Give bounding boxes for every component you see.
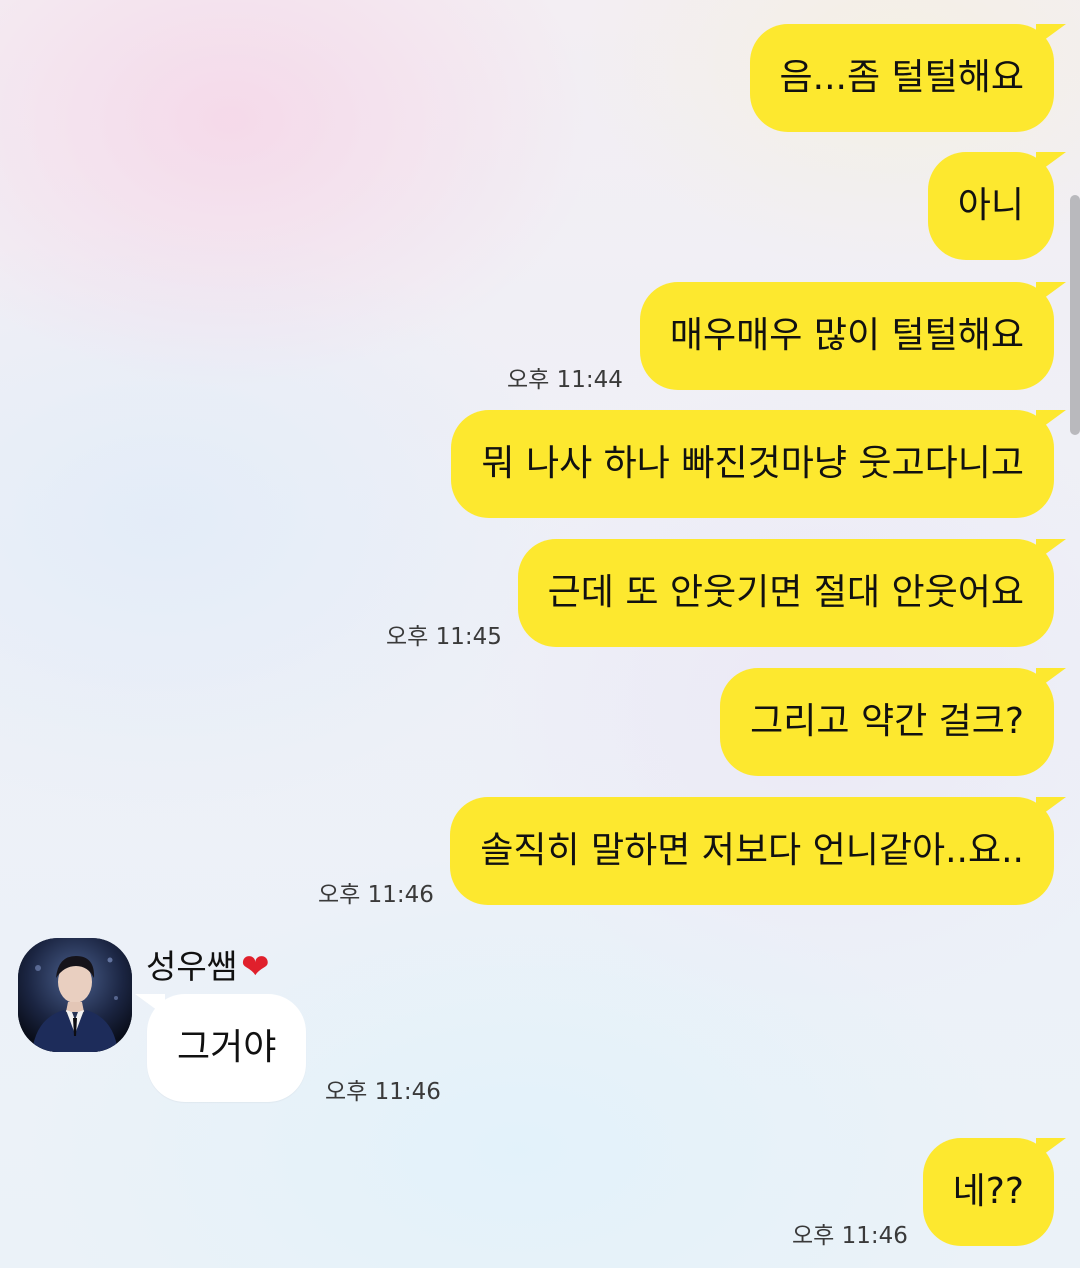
message-timestamp: 오후 11:46 bbox=[325, 1079, 441, 1105]
sender-name: 성우쌤 ❤ bbox=[146, 947, 270, 987]
message-bubble-outgoing[interactable]: 네?? bbox=[922, 1138, 1067, 1246]
message-text: 아니 bbox=[957, 185, 1024, 226]
message-text: 솔직히 말하면 저보다 언니같아..요.. bbox=[480, 830, 1024, 871]
message-text: 매우매우 많이 털털해요 bbox=[669, 315, 1024, 356]
message-bubble-incoming[interactable]: 그거야 bbox=[134, 994, 307, 1102]
message-text: 뭐 나사 하나 빠진것마냥 웃고다니고 bbox=[481, 443, 1024, 484]
message-bubble-outgoing[interactable]: 솔직히 말하면 저보다 언니같아..요.. bbox=[450, 797, 1066, 905]
scrollbar[interactable] bbox=[1070, 195, 1080, 435]
message-timestamp: 오후 11:46 bbox=[318, 882, 434, 908]
message-text: 음...좀 털털해요 bbox=[779, 57, 1025, 98]
message-timestamp: 오후 11:44 bbox=[507, 367, 623, 393]
message-text: 그리고 약간 걸크? bbox=[750, 701, 1024, 742]
message-bubble-outgoing[interactable]: 근데 또 안웃기면 절대 안웃어요 bbox=[517, 539, 1067, 647]
avatar-photo-icon bbox=[18, 938, 132, 1052]
message-bubble-outgoing[interactable]: 아니 bbox=[927, 152, 1067, 260]
message-text: 근데 또 안웃기면 절대 안웃어요 bbox=[547, 572, 1024, 613]
message-timestamp: 오후 11:46 bbox=[792, 1223, 908, 1249]
message-timestamp: 오후 11:45 bbox=[386, 624, 502, 650]
message-text: 네?? bbox=[952, 1171, 1024, 1212]
heart-emoji: ❤ bbox=[241, 947, 270, 987]
message-bubble-outgoing[interactable]: 그리고 약간 걸크? bbox=[720, 668, 1066, 776]
message-text: 그거야 bbox=[177, 1027, 277, 1068]
message-bubble-outgoing[interactable]: 뭐 나사 하나 빠진것마냥 웃고다니고 bbox=[451, 410, 1066, 518]
message-bubble-outgoing[interactable]: 매우매우 많이 털털해요 bbox=[639, 282, 1067, 390]
message-bubble-outgoing[interactable]: 음...좀 털털해요 bbox=[749, 24, 1066, 132]
avatar[interactable] bbox=[18, 938, 132, 1052]
